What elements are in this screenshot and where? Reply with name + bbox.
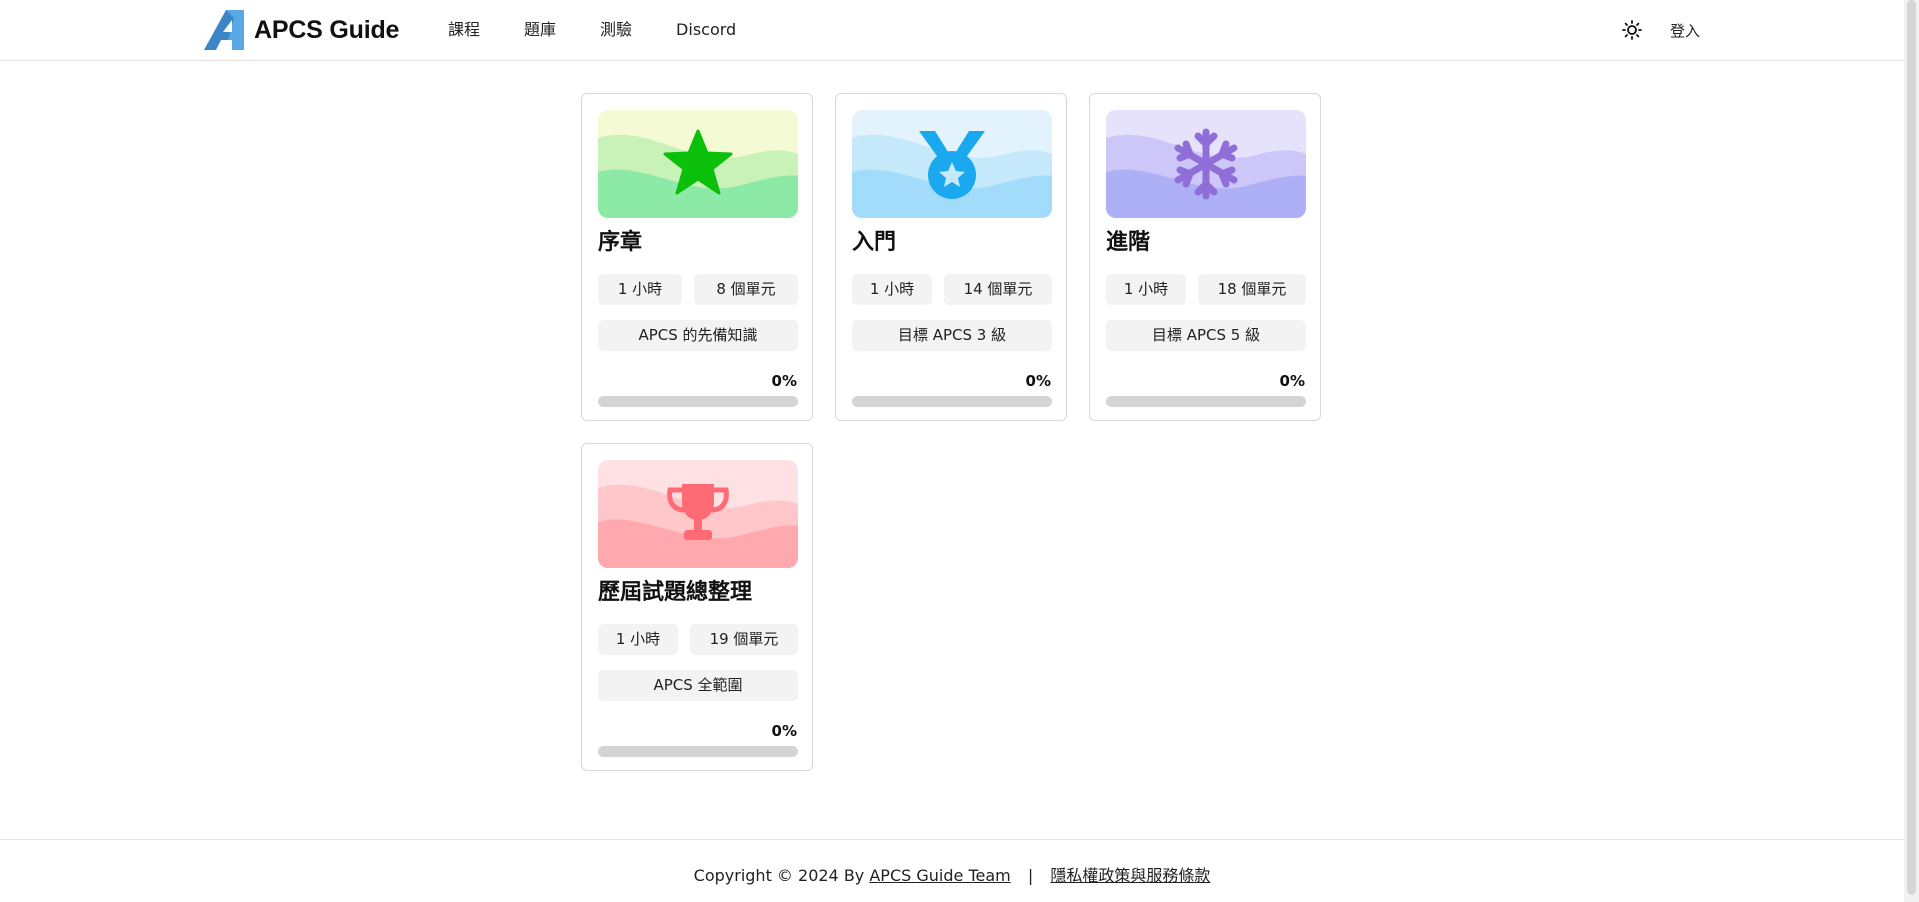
progress-percent: 0% [1279, 372, 1305, 390]
duration-badge: 1 小時 [1106, 274, 1186, 305]
course-title: 歷屆試題總整理 [598, 580, 753, 605]
scrollbar-thumb[interactable] [1907, 0, 1916, 895]
course-meta: 1 小時 18 個單元 [1106, 274, 1306, 305]
nav-courses[interactable]: 課程 [448, 18, 480, 42]
progress-percent: 0% [1025, 372, 1051, 390]
course-banner [598, 110, 798, 218]
course-meta: 1 小時 8 個單元 [598, 274, 798, 305]
duration-badge: 1 小時 [598, 624, 678, 655]
duration-badge: 1 小時 [852, 274, 932, 305]
header-actions: 登入 [1618, 16, 1700, 44]
sun-icon [1622, 20, 1642, 40]
units-badge: 18 個單元 [1198, 274, 1306, 305]
units-badge: 19 個單元 [690, 624, 798, 655]
course-card-past-exams[interactable]: 歷屆試題總整理 1 小時 19 個單元 APCS 全範圍 0% [581, 443, 813, 771]
goal-badge: APCS 全範圍 [598, 670, 798, 701]
theme-toggle-button[interactable] [1618, 16, 1646, 44]
copyright-text: Copyright © 2024 By [693, 866, 865, 885]
course-meta: 1 小時 14 個單元 [852, 274, 1052, 305]
vertical-scrollbar[interactable] [1904, 0, 1919, 902]
duration-badge: 1 小時 [598, 274, 682, 305]
course-banner [852, 110, 1052, 218]
nav-quiz[interactable]: 測驗 [600, 18, 632, 42]
progress-bar [1106, 396, 1306, 407]
goal-badge: 目標 APCS 3 級 [852, 320, 1052, 351]
progress-bar [598, 746, 798, 757]
main-nav: 課程 題庫 測驗 Discord [448, 18, 736, 42]
course-card-intro[interactable]: 序章 1 小時 8 個單元 APCS 的先備知識 0% [581, 93, 813, 421]
team-link[interactable]: APCS Guide Team [869, 866, 1010, 885]
course-card-beginner[interactable]: 入門 1 小時 14 個單元 目標 APCS 3 級 0% [835, 93, 1067, 421]
course-title: 進階 [1106, 230, 1151, 255]
units-badge: 8 個單元 [694, 274, 798, 305]
goal-badge: 目標 APCS 5 級 [1106, 320, 1306, 351]
progress-percent: 0% [771, 722, 797, 740]
course-banner [1106, 110, 1306, 218]
snowflake-icon [1174, 128, 1238, 200]
brand-home-link[interactable]: APCS Guide [204, 10, 399, 50]
login-link[interactable]: 登入 [1670, 20, 1700, 41]
page-footer: Copyright © 2024 By APCS Guide Team | 隱私… [0, 839, 1904, 902]
medal-icon [919, 131, 985, 199]
course-card-advanced[interactable]: 進階 1 小時 18 個單元 目標 APCS 5 級 0% [1089, 93, 1321, 421]
progress-bar [598, 396, 798, 407]
course-banner [598, 460, 798, 568]
top-navbar: APCS Guide 課程 題庫 測驗 Discord 登入 [0, 0, 1904, 61]
footer-separator: | [1027, 866, 1034, 885]
progress-percent: 0% [771, 372, 797, 390]
nav-problems[interactable]: 題庫 [524, 18, 556, 42]
course-title: 入門 [852, 230, 897, 255]
trophy-icon [667, 484, 729, 540]
brand-name: APCS Guide [254, 15, 400, 44]
course-meta: 1 小時 19 個單元 [598, 624, 798, 655]
nav-discord[interactable]: Discord [676, 18, 736, 42]
units-badge: 14 個單元 [944, 274, 1052, 305]
course-title: 序章 [598, 230, 643, 255]
apcs-logo-icon [204, 10, 244, 50]
goal-badge: APCS 的先備知識 [598, 320, 798, 351]
progress-bar [852, 396, 1052, 407]
star-icon [663, 129, 733, 195]
privacy-policy-link[interactable]: 隱私權政策與服務條款 [1050, 866, 1210, 885]
